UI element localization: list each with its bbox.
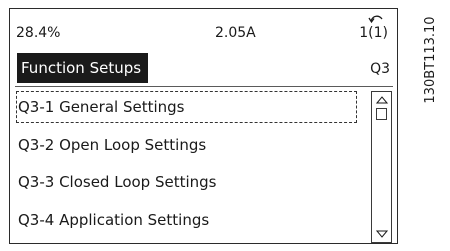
menu-item-closed-loop-settings[interactable]: Q3-3 Closed Loop Settings [18,171,217,193]
triangle-up-icon[interactable] [376,96,388,104]
status-value-right: 1(1) [359,25,388,41]
menu-item-open-loop-settings[interactable]: Q3-2 Open Loop Settings [18,134,206,156]
scrollbar[interactable] [371,91,392,243]
back-arrow-icon[interactable] [368,12,384,24]
menu-list: Q3-1 General Settings Q3-2 Open Loop Set… [10,87,370,243]
status-value-left: 28.4% [16,25,61,41]
status-value-middle: 2.05A [215,25,256,41]
status-row: 28.4% 2.05A 1(1) [10,9,397,49]
menu-item-application-settings[interactable]: Q3-4 Application Settings [18,209,209,231]
title-bar: Function Setups Q3 [17,53,393,83]
menu-code: Q3 [370,61,390,77]
figure-code: 130BT113.10 [421,4,441,116]
triangle-down-icon[interactable] [376,230,388,238]
scroll-thumb[interactable] [376,108,387,120]
menu-item-general-settings[interactable]: Q3-1 General Settings [18,96,184,118]
figure-code-text: 130BT113.10 [423,16,438,104]
lcp-display: 28.4% 2.05A 1(1) Function Setups Q3 Q3-1… [9,8,398,244]
page-title: Function Setups [21,59,142,77]
